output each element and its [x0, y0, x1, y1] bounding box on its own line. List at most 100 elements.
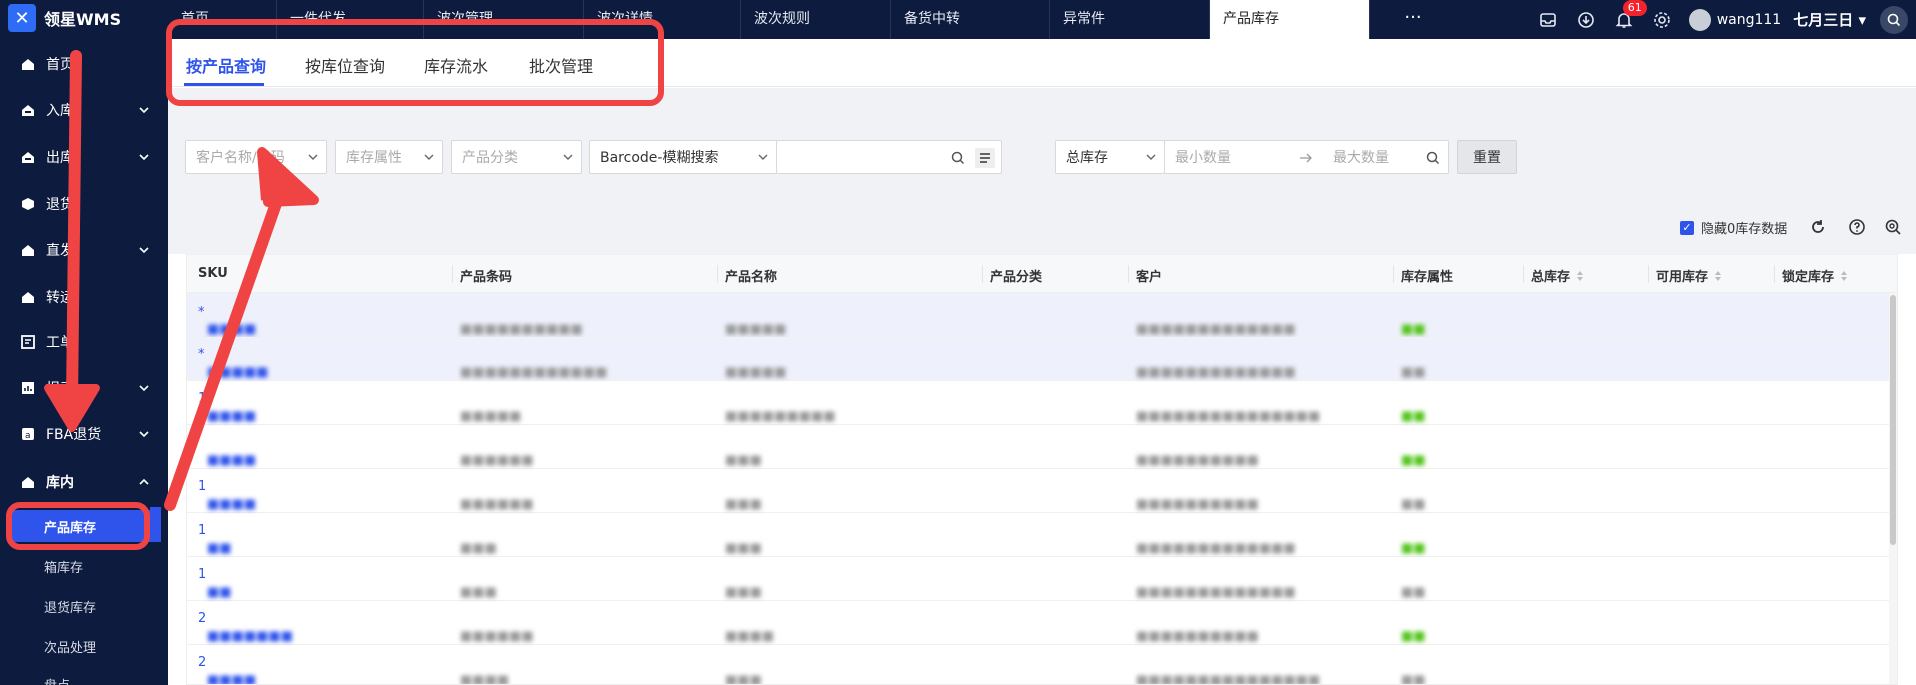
user-menu[interactable]: wang111: [1688, 8, 1782, 31]
max-quantity-input[interactable]: 最大数量: [1333, 147, 1389, 167]
multi-search-icon[interactable]: [975, 148, 995, 168]
search-mode-select[interactable]: Barcode-模糊搜索: [589, 140, 777, 174]
app-logo[interactable]: ✕ 领星WMS: [8, 4, 121, 32]
sidebar-item-workorder[interactable]: 工单: [0, 324, 168, 360]
product-name-cell: ■■■■: [725, 629, 775, 644]
table-row[interactable]: ■■■■ ■■■■■■ ■■■ ■■■■■■■■■■ ■■: [187, 425, 1897, 469]
nav-tab-stock-transit[interactable]: 备货中转: [891, 0, 1050, 39]
table-row[interactable]: 2 ■■■■■■■ ■■■■■■ ■■■■ ■■■■■■■■■■ ■■: [187, 601, 1897, 645]
checkbox-checked[interactable]: ✓: [1680, 220, 1694, 235]
transfer-icon: [22, 292, 34, 303]
table-toolbar: ✓ 隐藏0库存数据: [168, 194, 1916, 254]
table-row[interactable]: 1 ■■ ■■■ ■■■ ■■■■■■■■■■■■■ ■■: [187, 513, 1897, 557]
sort-icon[interactable]: [1576, 270, 1584, 282]
col-locked-stock[interactable]: 锁定库存: [1782, 266, 1848, 285]
sku-cell[interactable]: ■■: [207, 585, 232, 600]
search-icon[interactable]: [1426, 151, 1440, 165]
barcode-cell: ■■■■■■: [460, 497, 534, 512]
gear-icon[interactable]: [1651, 9, 1673, 31]
avatar: [1688, 8, 1711, 31]
col-total-stock[interactable]: 总库存: [1531, 266, 1584, 285]
refresh-icon[interactable]: [1809, 218, 1827, 236]
col-category[interactable]: 产品分类: [990, 266, 1042, 285]
col-available-stock-label: 可用库存: [1656, 270, 1709, 285]
col-available-stock[interactable]: 可用库存: [1656, 266, 1722, 285]
sku-cell[interactable]: ■■■■■: [207, 365, 268, 380]
sidebar-sub-return-stock[interactable]: 退货库存: [0, 590, 168, 622]
scrollbar-thumb[interactable]: [1890, 295, 1896, 545]
col-product-name[interactable]: 产品名称: [725, 266, 777, 285]
sidebar-item-direct[interactable]: 直发: [0, 232, 168, 268]
sku-cell[interactable]: ■■■■: [207, 673, 256, 684]
sidebar-item-home[interactable]: 首页: [0, 46, 168, 82]
nav-tab-product-stock[interactable]: 产品库存: [1210, 0, 1370, 39]
sort-icon[interactable]: [1714, 270, 1722, 282]
table-row[interactable]: 1 ■■ ■■■ ■■■ ■■■■■■■■■■■■■ ■■: [187, 557, 1897, 601]
table-row[interactable]: 2 ■■■■ ■■■■ ■■■ ■■■■■■■■■■■■■■■ ■■: [187, 645, 1897, 685]
chevron-down-icon: [563, 154, 573, 160]
table-row[interactable]: 1 ■■■■ ■■■■■ ■■■■■■■■■ ■■■■■■■■■■■■■■■ ■■: [187, 381, 1897, 425]
col-stock-attribute[interactable]: 库存属性: [1401, 266, 1453, 285]
barcode-cell: ■■■■■■■■■■■■: [460, 365, 608, 380]
nav-tab-wave-rules[interactable]: 波次规则: [741, 0, 891, 39]
sidebar-item-returns[interactable]: 退货: [0, 186, 168, 222]
sidebar-item-outbound[interactable]: 出库: [0, 139, 168, 175]
reset-button[interactable]: 重置: [1457, 140, 1517, 174]
sidebar-sub-stocktake[interactable]: 盘点: [0, 668, 168, 685]
hide-zero-stock-toggle[interactable]: ✓ 隐藏0库存数据: [1680, 218, 1787, 237]
col-customer[interactable]: 客户: [1136, 266, 1162, 285]
sidebar-item-warehouse[interactable]: 库内: [0, 464, 168, 500]
quantity-range-input[interactable]: 最小数量 最大数量: [1164, 140, 1449, 174]
bell-icon[interactable]: 61: [1613, 0, 1647, 31]
sku-cell[interactable]: ■■■■: [207, 409, 256, 424]
direct-icon: [22, 245, 34, 256]
sidebar-item-transfer[interactable]: 转运: [0, 279, 168, 315]
sku-cell[interactable]: ■■■■: [207, 497, 256, 512]
user-name: wang111: [1716, 11, 1782, 28]
more-tabs-button[interactable]: ···: [1398, 0, 1428, 39]
inbox-icon[interactable]: [1537, 9, 1559, 31]
product-name-cell: ■■■■■: [725, 365, 787, 380]
sku-cell[interactable]: ■■: [207, 541, 232, 556]
table-row[interactable]: * ■■■■■ ■■■■■■■■■■■■ ■■■■■ ■■■■■■■■■■■■■ ■■: [187, 337, 1897, 381]
table-row[interactable]: 1 ■■■■ ■■■■■■ ■■■ ■■■■■■■■■■ ■■: [187, 469, 1897, 513]
column-settings-icon[interactable]: [1884, 218, 1902, 236]
stock-attribute-select[interactable]: 库存属性: [335, 140, 443, 174]
date-selector[interactable]: 七月三日 ▾: [1793, 9, 1866, 30]
sort-icon[interactable]: [1840, 270, 1848, 282]
col-sku[interactable]: SKU: [198, 266, 228, 281]
global-search-button[interactable]: [1880, 5, 1908, 34]
chevron-down-icon: [308, 154, 318, 160]
chevron-down-icon: [758, 154, 768, 160]
search-icon[interactable]: [951, 151, 965, 165]
sidebar-item-label: 库内: [46, 475, 74, 491]
row-marker: 2: [198, 655, 207, 670]
outbound-icon: [22, 152, 34, 163]
row-marker: *: [198, 347, 205, 362]
stock-type-select[interactable]: 总库存: [1055, 140, 1165, 174]
sidebar-item-report[interactable]: 报表: [0, 370, 168, 406]
sku-cell[interactable]: ■■■■: [207, 322, 256, 337]
sidebar-item-fba-returns[interactable]: a FBA退货: [0, 416, 168, 452]
min-quantity-input[interactable]: 最小数量: [1175, 147, 1231, 167]
arrow-right-icon: [1300, 153, 1312, 163]
sku-cell[interactable]: ■■■■■■■: [207, 629, 293, 644]
col-total-stock-label: 总库存: [1531, 270, 1571, 285]
help-icon[interactable]: [1848, 218, 1866, 236]
barcode-cell: ■■■■■■: [460, 453, 534, 468]
nav-tab-exceptions[interactable]: 异常件: [1050, 0, 1210, 39]
return-icon: [22, 198, 34, 210]
search-input[interactable]: [776, 140, 1002, 174]
download-icon[interactable]: [1575, 9, 1597, 31]
sidebar-sub-box-stock[interactable]: 箱库存: [0, 550, 168, 582]
customer-select[interactable]: 客户名称/代码: [185, 140, 327, 174]
stock-attribute-cell: ■■: [1401, 497, 1426, 512]
category-select[interactable]: 产品分类: [451, 140, 582, 174]
row-marker: 1: [198, 391, 207, 406]
sidebar-sub-defect-handling[interactable]: 次品处理: [0, 630, 168, 662]
col-barcode[interactable]: 产品条码: [460, 266, 512, 285]
sku-cell[interactable]: ■■■■: [207, 453, 256, 468]
product-name-cell: ■■■: [725, 673, 762, 685]
table-row[interactable]: * ■■■■ ■■■■■■■■■■ ■■■■■ ■■ ■■■■■■■■■■■■■: [187, 293, 1897, 337]
sidebar-item-inbound[interactable]: 入库: [0, 92, 168, 128]
